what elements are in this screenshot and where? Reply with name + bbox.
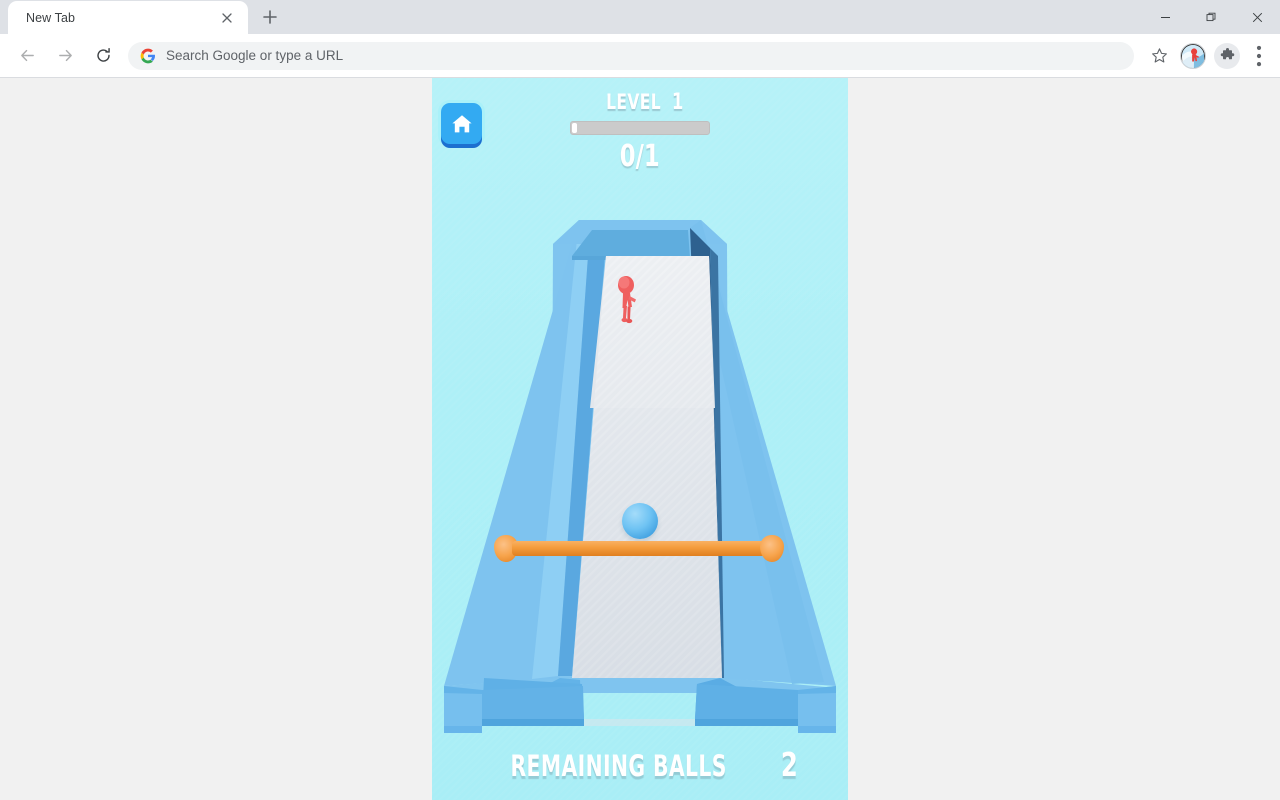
minimize-icon bbox=[1160, 16, 1170, 18]
star-icon bbox=[1151, 48, 1167, 63]
score-fraction: 0/1 bbox=[620, 139, 660, 174]
new-tab-button[interactable] bbox=[256, 3, 284, 31]
plus-icon bbox=[263, 10, 277, 24]
maximize-restore-icon bbox=[1206, 12, 1215, 21]
window-close-button[interactable] bbox=[1234, 0, 1280, 34]
red-character bbox=[614, 274, 640, 326]
extensions-button[interactable] bbox=[1214, 42, 1240, 69]
remaining-balls-value: 2 bbox=[781, 745, 799, 784]
arrow-back-icon bbox=[20, 49, 34, 62]
game-board bbox=[432, 78, 848, 800]
tab-strip: New Tab bbox=[0, 0, 1280, 34]
omnibox[interactable]: Search Google or type a URL bbox=[128, 41, 1134, 70]
level-progress-fill bbox=[572, 123, 578, 133]
hud-bottom: REMAINING BALLS 2 bbox=[432, 745, 848, 784]
minimize-button[interactable] bbox=[1142, 0, 1188, 34]
level-row: LEVEL 1 bbox=[594, 90, 686, 115]
forward-button[interactable] bbox=[49, 40, 81, 72]
reload-icon bbox=[96, 47, 110, 62]
remaining-balls-label: REMAINING BALLS bbox=[510, 749, 727, 783]
arrow-forward-icon bbox=[58, 49, 72, 62]
hud-top: LEVEL 1 0/1 bbox=[432, 90, 848, 174]
game-ball bbox=[622, 503, 658, 539]
board-3d-graphic bbox=[444, 220, 836, 733]
game-canvas[interactable]: LEVEL 1 0/1 REMAINING BALLS 2 bbox=[432, 78, 848, 800]
browser-window: New Tab Search Google or type a URL LEVE… bbox=[0, 0, 1280, 800]
omnibox-text: Search Google or type a URL bbox=[166, 48, 344, 63]
game-paddle[interactable] bbox=[494, 535, 784, 562]
close-icon bbox=[1252, 12, 1262, 22]
page-content: LEVEL 1 0/1 REMAINING BALLS 2 bbox=[0, 78, 1280, 800]
avatar[interactable] bbox=[1180, 42, 1206, 69]
browser-toolbar: Search Google or type a URL bbox=[0, 34, 1280, 78]
tab-new-tab[interactable]: New Tab bbox=[8, 1, 248, 34]
tab-title: New Tab bbox=[26, 10, 76, 25]
reload-button[interactable] bbox=[87, 40, 119, 72]
back-button[interactable] bbox=[11, 40, 43, 72]
window-controls bbox=[1142, 0, 1280, 34]
puzzle-piece-icon bbox=[1220, 48, 1234, 60]
bookmark-button[interactable] bbox=[1144, 41, 1174, 71]
close-icon[interactable] bbox=[216, 7, 238, 29]
paddle-cap-right bbox=[760, 535, 784, 562]
three-dots-vertical-icon bbox=[1256, 45, 1262, 66]
level-value: 1 bbox=[672, 90, 684, 115]
chrome-menu-button[interactable] bbox=[1246, 43, 1272, 69]
level-label: LEVEL bbox=[606, 90, 662, 114]
google-g-icon bbox=[140, 48, 155, 63]
level-progress-bar bbox=[570, 121, 710, 135]
maximize-button[interactable] bbox=[1188, 0, 1234, 34]
paddle-bar bbox=[512, 541, 766, 556]
